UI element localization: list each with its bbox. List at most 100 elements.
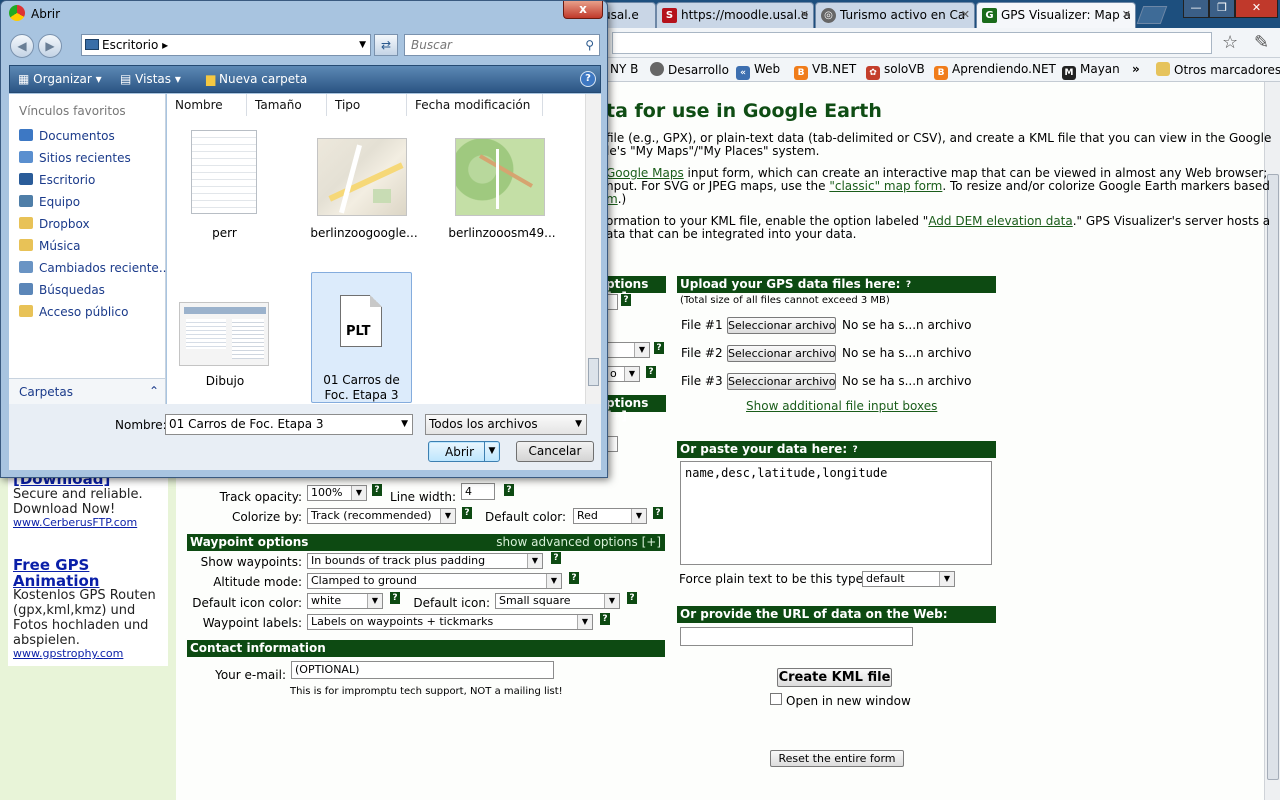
favorite-recientes[interactable]: Sitios recientes: [19, 151, 131, 165]
help-icon[interactable]: ?: [551, 552, 561, 564]
file-item[interactable]: perr: [187, 124, 267, 246]
window-close-button[interactable]: ✕: [1235, 0, 1278, 18]
tab-moodle[interactable]: Shttps://moodle.usal.e ✕: [656, 2, 814, 28]
filename-input[interactable]: 01 Carros de Foc. Etapa 3 ▼: [165, 414, 413, 435]
help-icon[interactable]: ?: [600, 613, 610, 625]
close-icon[interactable]: ✕: [800, 8, 809, 21]
folders-toggle[interactable]: Carpetas ⌃: [9, 378, 165, 404]
bookmark-aprendiendo[interactable]: B Aprendiendo.NET: [934, 62, 1056, 80]
minimize-button[interactable]: —: [1183, 0, 1209, 18]
file-item[interactable]: Dibujo: [173, 272, 277, 394]
options-header-partial[interactable]: ptions [+]: [606, 276, 666, 304]
help-icon[interactable]: ?: [621, 294, 631, 306]
default-color-select[interactable]: Red ▼: [573, 508, 647, 524]
partial-select[interactable]: ▼: [606, 342, 650, 358]
favorite-escritorio[interactable]: Escritorio: [19, 173, 95, 187]
back-button[interactable]: ◀: [10, 34, 34, 58]
email-input[interactable]: (OPTIONAL): [291, 661, 554, 679]
help-icon[interactable]: ?: [390, 592, 400, 604]
bookmark-star-icon[interactable]: ☆: [1222, 32, 1238, 53]
choose-file-button[interactable]: Seleccionar archivo: [727, 345, 836, 362]
help-icon[interactable]: ?: [654, 342, 664, 354]
create-kml-button[interactable]: Create KML file: [777, 668, 892, 687]
forward-button[interactable]: ▶: [38, 34, 62, 58]
help-icon[interactable]: ?: [850, 443, 861, 456]
reset-form-button[interactable]: Reset the entire form: [770, 750, 904, 767]
help-icon[interactable]: ?: [569, 572, 579, 584]
track-opacity-select[interactable]: 100% ▼: [307, 485, 367, 501]
paste-textarea[interactable]: name,desc,latitude,longitude: [680, 461, 992, 565]
chevron-down-icon[interactable]: ▼: [401, 415, 408, 434]
close-icon[interactable]: ✕: [1122, 8, 1131, 21]
favorite-cambiados[interactable]: Cambiados reciente...: [19, 261, 170, 275]
new-folder-button[interactable]: ▆ Nueva carpeta: [206, 72, 307, 86]
favorite-documentos[interactable]: Documentos: [19, 129, 115, 143]
colorize-select[interactable]: Track (recommended) ▼: [307, 508, 456, 524]
location-bar[interactable]: Escritorio ▸ ▼: [81, 34, 371, 56]
dialog-search-input[interactable]: Buscar ⚲: [404, 34, 600, 56]
file-item[interactable]: berlinzooosm49...: [447, 124, 557, 246]
ad-url-link[interactable]: www.gpstrophy.com: [13, 647, 123, 660]
column-nombre[interactable]: Nombre: [167, 94, 247, 116]
help-icon[interactable]: ?: [903, 278, 914, 291]
favorite-musica[interactable]: Música: [19, 239, 81, 253]
open-button[interactable]: Abrir ▼: [428, 441, 500, 462]
favorite-dropbox[interactable]: Dropbox: [19, 217, 90, 231]
omnibox[interactable]: [612, 32, 1212, 54]
file-list-scrollbar[interactable]: [585, 94, 601, 404]
maximize-button[interactable]: ❐: [1209, 0, 1235, 18]
bookmark-otros[interactable]: Otros marcadores: [1156, 62, 1280, 77]
bookmark-web[interactable]: « Web: [736, 62, 780, 80]
show-advanced-options-link[interactable]: show advanced options [+]: [496, 536, 661, 549]
tab-turismo[interactable]: ◎ Turismo activo en Ca ✕: [815, 2, 975, 28]
partial-select[interactable]: o ▼: [606, 366, 640, 382]
file-item-selected[interactable]: PLT 01 Carros de Foc. Etapa 3: [311, 272, 412, 403]
bookmarks-overflow-button[interactable]: »: [1132, 62, 1140, 76]
new-window-checkbox[interactable]: [770, 693, 782, 705]
chevron-down-icon[interactable]: ▼: [484, 442, 499, 461]
force-type-select[interactable]: default ▼: [862, 571, 955, 587]
google-maps-link[interactable]: Google Maps: [606, 166, 684, 180]
column-fecha[interactable]: Fecha modificación: [407, 94, 543, 116]
help-icon[interactable]: ?: [646, 366, 656, 378]
bookmark-desarrollo[interactable]: Desarrollo: [650, 62, 729, 77]
favorite-equipo[interactable]: Equipo: [19, 195, 80, 209]
waypoint-labels-select[interactable]: Labels on waypoints + tickmarks ▼: [307, 614, 593, 630]
help-icon[interactable]: ?: [653, 507, 663, 519]
bookmark-vbnet[interactable]: B VB.NET: [794, 62, 856, 80]
show-waypoints-select[interactable]: In bounds of track plus padding ▼: [307, 553, 543, 569]
refresh-icon[interactable]: ⇄: [374, 34, 398, 56]
options-header-partial[interactable]: ptions [+]: [606, 395, 666, 423]
wrench-icon[interactable]: ✎: [1254, 32, 1269, 53]
show-more-inputs-link[interactable]: Show additional file input boxes: [746, 399, 937, 413]
scrollbar-thumb[interactable]: [1267, 174, 1279, 780]
close-icon[interactable]: ✕: [961, 8, 970, 21]
choose-file-button[interactable]: Seleccionar archivo: [727, 317, 836, 334]
column-tipo[interactable]: Tipo: [327, 94, 407, 116]
default-icon-select[interactable]: Small square ▼: [495, 593, 620, 609]
ad-title-link[interactable]: Free GPS Animation: [13, 557, 143, 589]
help-icon[interactable]: ?: [504, 484, 514, 496]
dialog-close-button[interactable]: x: [563, 1, 603, 19]
icon-color-select[interactable]: white ▼: [307, 593, 383, 609]
help-icon[interactable]: ?: [580, 71, 596, 87]
column-tamano[interactable]: Tamaño: [247, 94, 327, 116]
classic-map-form-link[interactable]: "classic" map form: [829, 179, 942, 193]
views-button[interactable]: ▤ Vistas ▾: [120, 72, 181, 86]
bookmark-nyb[interactable]: NY B: [610, 62, 638, 76]
chevron-down-icon[interactable]: ▼: [359, 35, 366, 55]
file-item[interactable]: berlinzoogoogle...: [309, 124, 419, 246]
dem-elevation-link[interactable]: Add DEM elevation data: [928, 214, 1072, 228]
url-input[interactable]: [680, 627, 913, 646]
help-icon[interactable]: ?: [627, 592, 637, 604]
favorite-busquedas[interactable]: Búsquedas: [19, 283, 105, 297]
scrollbar-thumb[interactable]: [588, 358, 599, 386]
altitude-mode-select[interactable]: Clamped to ground ▼: [307, 573, 562, 589]
cancel-button[interactable]: Cancelar: [516, 441, 594, 462]
file-type-select[interactable]: Todos los archivos ▼: [425, 414, 587, 435]
ad-url-link[interactable]: www.CerberusFTP.com: [13, 516, 137, 529]
choose-file-button[interactable]: Seleccionar archivo: [727, 373, 836, 390]
new-tab-button[interactable]: [1136, 6, 1168, 24]
line-width-input[interactable]: 4: [461, 483, 495, 500]
bookmark-solovb[interactable]: ✿ soloVB: [866, 62, 925, 80]
